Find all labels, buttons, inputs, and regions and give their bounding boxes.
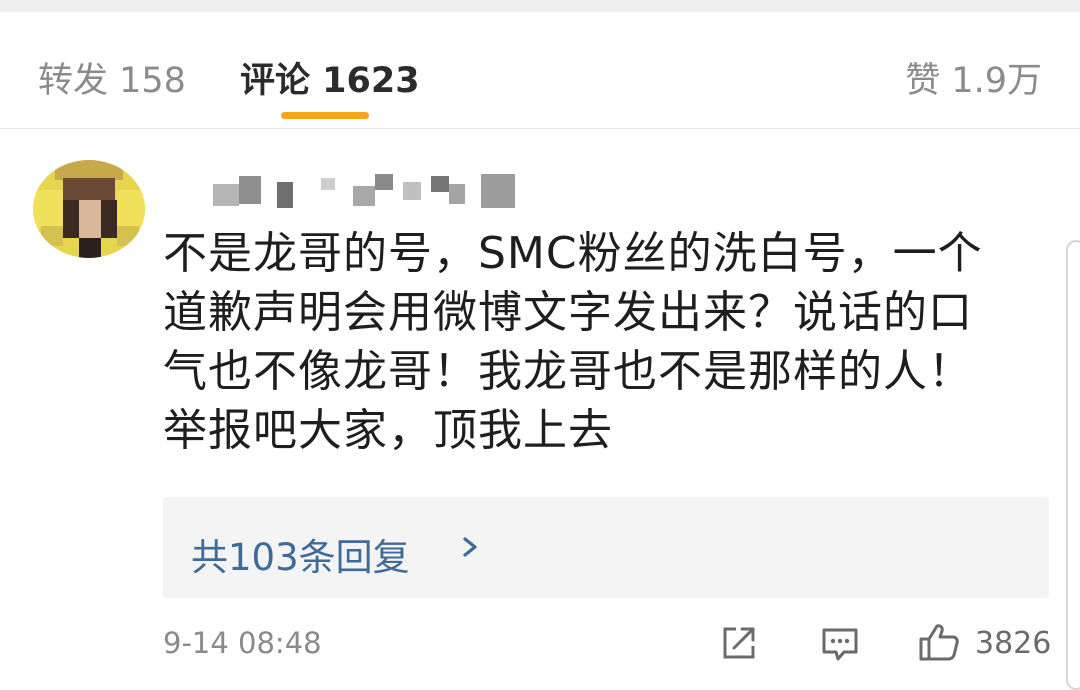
thumbs-up-icon[interactable]: [918, 622, 960, 662]
comment-line: 不是龙哥的号，SMC粉丝的洗白号，一个: [163, 228, 983, 279]
scrollbar[interactable]: [1066, 240, 1080, 690]
chevron-right-icon: [463, 537, 477, 557]
avatar[interactable]: [33, 160, 145, 258]
username-redacted[interactable]: [213, 172, 533, 212]
tab-repost[interactable]: 转发 158: [38, 52, 186, 103]
comment-icon[interactable]: [820, 626, 860, 662]
comment-line: 举报吧大家，顶我上去: [163, 405, 613, 456]
replies-count-label: 共103条回复: [191, 536, 410, 579]
share-icon[interactable]: [720, 624, 758, 662]
comment-text: 不是龙哥的号，SMC粉丝的洗白号，一个 道歉声明会用微博文字发出来？说话的口 气…: [163, 224, 1043, 460]
tab-comments[interactable]: 评论 1623: [240, 52, 420, 103]
active-tab-indicator: [281, 112, 369, 119]
comment-line: 气也不像龙哥！我龙哥也不是那样的人！: [163, 346, 973, 397]
comment-timestamp: 9-14 08:48: [163, 626, 322, 660]
view-replies-button[interactable]: 共103条回复: [163, 497, 1049, 598]
tab-bar: 转发 158 评论 1623 赞 1.9万: [0, 12, 1080, 129]
status-strip: [0, 0, 1080, 12]
comment-line: 道歉声明会用微博文字发出来？说话的口: [163, 287, 973, 338]
like-count: 3826: [975, 626, 1052, 661]
tab-like[interactable]: 赞 1.9万: [905, 52, 1042, 103]
